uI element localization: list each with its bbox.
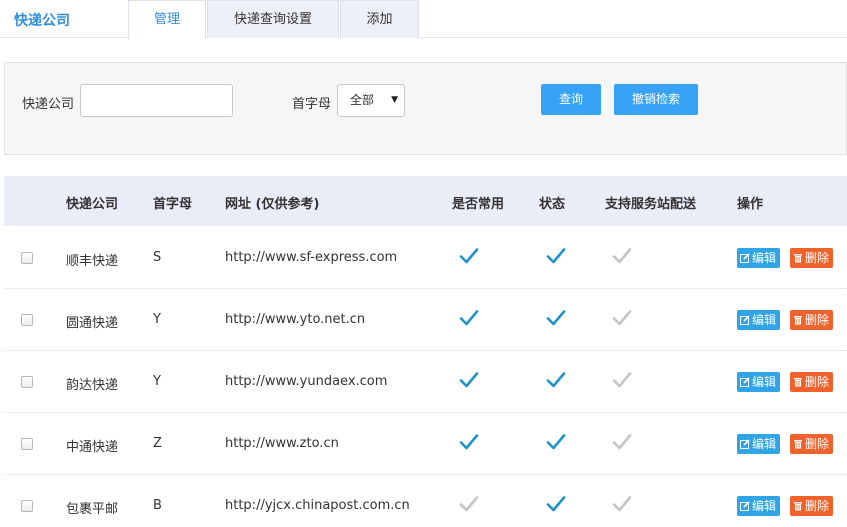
row-checkbox[interactable] [21,252,33,264]
common-check-icon[interactable] [459,247,479,265]
company-name: 顺丰快递 [66,254,119,269]
company-url: http://www.zto.cn [225,436,339,451]
dropdown-arrow-icon: ▼ [391,95,398,105]
table-row: 中通快递 Z http://www.zto.cn 编辑 删除 [4,413,847,475]
delete-button[interactable]: 删除 [790,248,834,268]
trash-icon [794,316,802,325]
module-title: 快递公司 [14,13,70,29]
edit-button[interactable]: 编辑 [737,496,781,516]
company-search-input[interactable] [80,84,233,117]
trash-icon [794,378,802,387]
station-check-icon[interactable] [612,247,632,265]
company-url: http://www.yto.net.cn [225,312,366,327]
trash-icon [794,502,802,511]
delete-button[interactable]: 删除 [790,496,834,516]
column-header-letter: 首字母 [153,197,193,212]
row-checkbox[interactable] [21,314,33,326]
edit-icon [740,439,750,449]
common-check-icon[interactable] [459,495,479,513]
common-check-icon[interactable] [459,309,479,327]
delete-button[interactable]: 删除 [790,310,834,330]
letter-select[interactable]: 全部 ▼ [337,84,405,117]
company-name: 中通快递 [66,440,119,455]
company-letter: Y [153,312,161,327]
company-url: http://www.yundaex.com [225,374,388,389]
edit-button[interactable]: 编辑 [737,372,781,392]
table-row: 韵达快递 Y http://www.yundaex.com 编辑 删除 [4,351,847,413]
column-header-common: 是否常用 [452,197,505,212]
edit-button-label: 编辑 [752,437,777,451]
edit-icon [740,377,750,387]
tab-add[interactable]: 添加 [340,0,419,38]
column-header-url: 网址 (仅供参考) [225,197,320,212]
edit-button-label: 编辑 [752,251,777,265]
delete-button[interactable]: 删除 [790,372,834,392]
tab-query-settings[interactable]: 快递查询设置 [207,0,339,38]
company-letter: Z [153,436,162,451]
top-tab-bar: 快递公司 管理 快递查询设置 添加 [0,0,847,39]
table-row: 包裹平邮 B http://yjcx.chinapost.com.cn 编辑 删… [4,475,847,527]
company-url: http://www.sf-express.com [225,250,398,265]
edit-button-label: 编辑 [752,313,777,327]
letter-filter-label: 首字母 [292,97,332,112]
station-check-icon[interactable] [612,309,632,327]
row-checkbox[interactable] [21,438,33,450]
edit-icon [740,315,750,325]
column-header-ops: 操作 [737,197,764,212]
company-url: http://yjcx.chinapost.com.cn [225,498,410,513]
delete-button-label: 删除 [805,437,830,451]
trash-icon [794,254,802,263]
table-header: 快递公司 首字母 网址 (仅供参考) 是否常用 状态 支持服务站配送 操作 [4,176,847,226]
station-check-icon[interactable] [612,495,632,513]
reset-search-button[interactable]: 撤销检索 [614,84,698,115]
delete-button[interactable]: 删除 [790,434,834,454]
table-row: 圆通快递 Y http://www.yto.net.cn 编辑 删除 [4,289,847,351]
status-check-icon[interactable] [546,433,566,451]
row-checkbox[interactable] [21,500,33,512]
status-check-icon[interactable] [546,495,566,513]
status-check-icon[interactable] [546,309,566,327]
station-check-icon[interactable] [612,371,632,389]
delete-button-label: 删除 [805,251,830,265]
letter-select-value: 全部 [350,93,375,107]
company-filter-label: 快递公司 [22,97,75,112]
delete-button-label: 删除 [805,499,830,513]
common-check-icon[interactable] [459,371,479,389]
edit-button[interactable]: 编辑 [737,434,781,454]
tab-manage[interactable]: 管理 [128,0,206,39]
status-check-icon[interactable] [546,247,566,265]
column-header-station: 支持服务站配送 [605,197,697,212]
edit-button-label: 编辑 [752,375,777,389]
search-panel: 快递公司 首字母 全部 ▼ 查询 撤销检索 [4,62,847,155]
table-row: 顺丰快递 S http://www.sf-express.com 编辑 删除 [4,227,847,289]
edit-button[interactable]: 编辑 [737,310,781,330]
delete-button-label: 删除 [805,313,830,327]
edit-button-label: 编辑 [752,499,777,513]
company-letter: B [153,498,162,513]
common-check-icon[interactable] [459,433,479,451]
status-check-icon[interactable] [546,371,566,389]
row-checkbox[interactable] [21,376,33,388]
company-letter: Y [153,374,161,389]
edit-icon [740,253,750,263]
query-button[interactable]: 查询 [541,84,601,115]
column-header-company: 快递公司 [66,197,119,212]
edit-icon [740,501,750,511]
company-name: 韵达快递 [66,378,119,393]
company-name: 包裹平邮 [66,502,119,517]
trash-icon [794,440,802,449]
company-name: 圆通快递 [66,316,119,331]
delete-button-label: 删除 [805,375,830,389]
column-header-status: 状态 [539,197,566,212]
station-check-icon[interactable] [612,433,632,451]
edit-button[interactable]: 编辑 [737,248,781,268]
company-letter: S [153,250,162,265]
